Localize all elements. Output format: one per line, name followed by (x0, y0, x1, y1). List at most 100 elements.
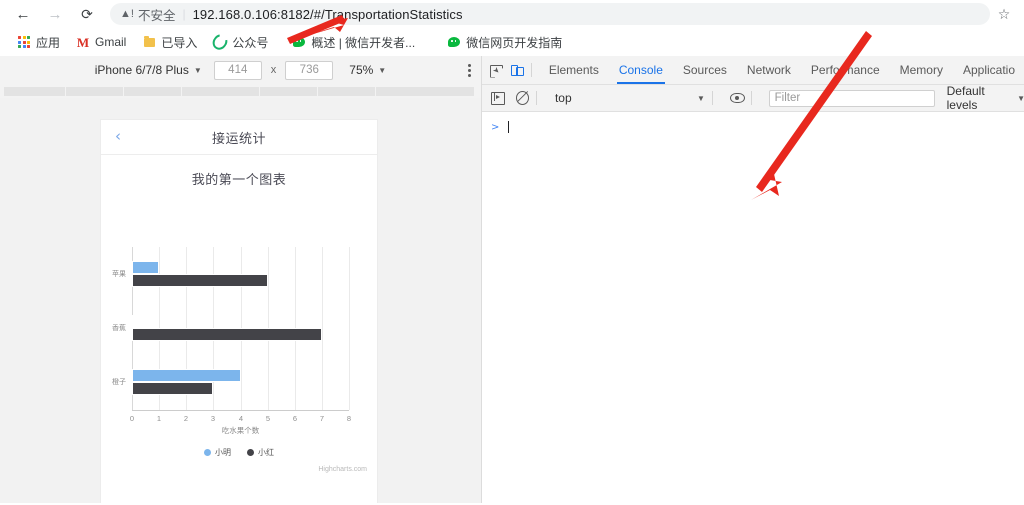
execution-context-icon[interactable] (491, 91, 505, 105)
toggle-device-toolbar-icon[interactable] (509, 59, 525, 81)
legend-item-0[interactable]: 小明 (204, 447, 231, 458)
bar-series-1-cat-2[interactable] (132, 382, 213, 395)
bar-series-0-cat-2[interactable] (132, 369, 241, 382)
legend-marker-icon (247, 449, 254, 456)
highcharts-credit[interactable]: Highcharts.com (318, 466, 367, 473)
x-tick-label: 6 (292, 414, 298, 423)
x-tick-label: 0 (129, 414, 135, 423)
tab-application[interactable]: Applicatio (953, 56, 1024, 84)
gridline (349, 247, 350, 410)
toolbar-divider (531, 63, 532, 77)
bookmark-apps[interactable]: 应用 (10, 31, 67, 53)
back-arrow-icon[interactable]: ← (10, 1, 36, 27)
console-prompt-row[interactable]: > (482, 112, 1024, 137)
inspect-element-icon[interactable] (488, 59, 503, 81)
reload-icon[interactable]: ⟳ (74, 1, 100, 27)
bookmark-gmail[interactable]: M Gmail (69, 31, 133, 53)
bookmark-label: Gmail (95, 35, 127, 49)
browser-window: ← → ⟳ ▲! 不安全 | 192.168.0.106:8182/#/Tran… (0, 0, 1024, 505)
bookmark-wechat-web-guide[interactable]: 微信网页开发指南 (440, 31, 569, 53)
sync-ring-icon (210, 31, 231, 53)
x-tick-label: 4 (238, 414, 244, 423)
legend-label: 小明 (215, 448, 231, 457)
devtools-tabbar: Elements Console Sources Network Perform… (482, 56, 1024, 85)
star-icon[interactable]: ☆ (990, 1, 1018, 27)
text-cursor (508, 121, 510, 133)
chart-legend: 小明 小红 (101, 447, 377, 458)
x-tick-label: 5 (265, 414, 271, 423)
filter-input[interactable] (768, 89, 935, 107)
bookmark-label: 概述 | 微信开发者... (311, 35, 416, 50)
live-expression-eye-icon[interactable] (729, 93, 745, 103)
execution-context-select[interactable]: top ▼ (555, 91, 705, 105)
category-label: 橙子 (112, 379, 126, 386)
toolbar-divider (536, 91, 537, 105)
page-header: ‹ 接运统计 (101, 120, 377, 155)
omnibox-divider: | (182, 7, 186, 21)
bar-series-0-cat-1[interactable] (132, 315, 134, 328)
x-tick-label: 1 (156, 414, 162, 423)
bookmark-label: 微信网页开发指南 (466, 35, 563, 50)
bookmark-wechat-dev-overview[interactable]: 概述 | 微信开发者... (285, 31, 422, 53)
legend-item-1[interactable]: 小红 (247, 447, 274, 458)
browser-toolbar: ← → ⟳ ▲! 不安全 | 192.168.0.106:8182/#/Tran… (0, 0, 1024, 28)
page-title: 接运统计 (211, 130, 266, 146)
console-output[interactable]: > (482, 112, 1024, 505)
bar-series-1-cat-1[interactable] (132, 328, 322, 341)
address-bar[interactable]: ▲! 不安全 | 192.168.0.106:8182/#/Transporta… (110, 3, 990, 25)
bookmarks-bar: 应用 M Gmail 已导入 公众号 概述 | 微信开发者... 微信网页开发指… (0, 28, 1024, 57)
bookmark-label: 公众号 (232, 35, 269, 50)
prompt-chevron-icon: > (491, 121, 500, 133)
category-label: 香蕉 (112, 325, 126, 332)
bookmark-label: 应用 (36, 35, 61, 50)
tab-sources[interactable]: Sources (673, 56, 737, 84)
log-levels-select[interactable]: Default levels ▼ (947, 84, 1024, 112)
legend-label: 小红 (258, 448, 274, 457)
console-toolbar: top ▼ Default levels ▼ (482, 84, 1024, 112)
gmail-icon: M (76, 34, 90, 50)
tab-network[interactable]: Network (737, 56, 801, 84)
tab-elements[interactable]: Elements (539, 56, 609, 84)
toolbar-divider (711, 91, 713, 105)
legend-marker-icon (204, 449, 211, 456)
viewport-width-input[interactable]: 414 (213, 60, 262, 80)
tab-performance[interactable]: Performance (801, 56, 890, 84)
tab-console[interactable]: Console (609, 56, 673, 84)
chevron-down-icon: ▼ (193, 65, 202, 75)
chart-plot-area: 苹果 香蕉 橙子 (112, 247, 350, 410)
security-label: 不安全 (137, 8, 176, 23)
ruler-track[interactable] (4, 87, 474, 96)
viewport-height-input[interactable]: 736 (285, 60, 334, 80)
log-levels-value: Default levels (946, 84, 985, 112)
bookmark-official-account[interactable]: 公众号 (206, 31, 275, 53)
chevron-left-icon[interactable]: ‹ (115, 128, 121, 145)
zoom-value: 75% (349, 63, 374, 77)
forward-arrow-icon[interactable]: → (42, 1, 68, 27)
x-axis-title: 吃水果个数 (221, 426, 260, 435)
device-viewport: ‹ 接运统计 我的第一个图表 苹果 香蕉 橙子 0 1 2 3 4 5 6 7 … (0, 98, 481, 503)
x-axis-line (132, 410, 349, 411)
warning-triangle-icon: ▲! (120, 7, 134, 20)
chevron-down-icon: ▼ (1017, 93, 1024, 103)
toolbar-divider (750, 91, 752, 105)
tab-memory[interactable]: Memory (890, 56, 953, 84)
highcharts-container: 我的第一个图表 苹果 香蕉 橙子 0 1 2 3 4 5 6 7 8 吃水果个数… (101, 169, 377, 473)
viewport-width-value: 414 (228, 64, 248, 76)
x-tick-label: 8 (346, 414, 352, 423)
viewport-height-value: 736 (299, 64, 319, 76)
x-tick-label: 2 (183, 414, 189, 423)
device-emulation-toolbar: iPhone 6/7/8 Plus ▼ 414 x 736 75% ▼ (0, 56, 481, 85)
bar-series-0-cat-0[interactable] (132, 261, 159, 274)
chart-title: 我的第一个图表 (191, 172, 287, 187)
kebab-menu-icon[interactable] (468, 64, 471, 77)
device-ruler (0, 84, 481, 98)
bookmark-imported[interactable]: 已导入 (135, 31, 204, 53)
clear-console-icon[interactable] (515, 91, 530, 105)
zoom-select[interactable]: 75% ▼ (349, 63, 386, 77)
url-text: 192.168.0.106:8182/#/TransportationStati… (192, 6, 463, 22)
dimension-separator: x (270, 64, 277, 76)
device-select[interactable]: iPhone 6/7/8 Plus ▼ (95, 63, 202, 77)
bar-series-1-cat-0[interactable] (132, 274, 268, 287)
execution-context-value: top (554, 91, 572, 105)
category-label: 苹果 (112, 271, 126, 278)
